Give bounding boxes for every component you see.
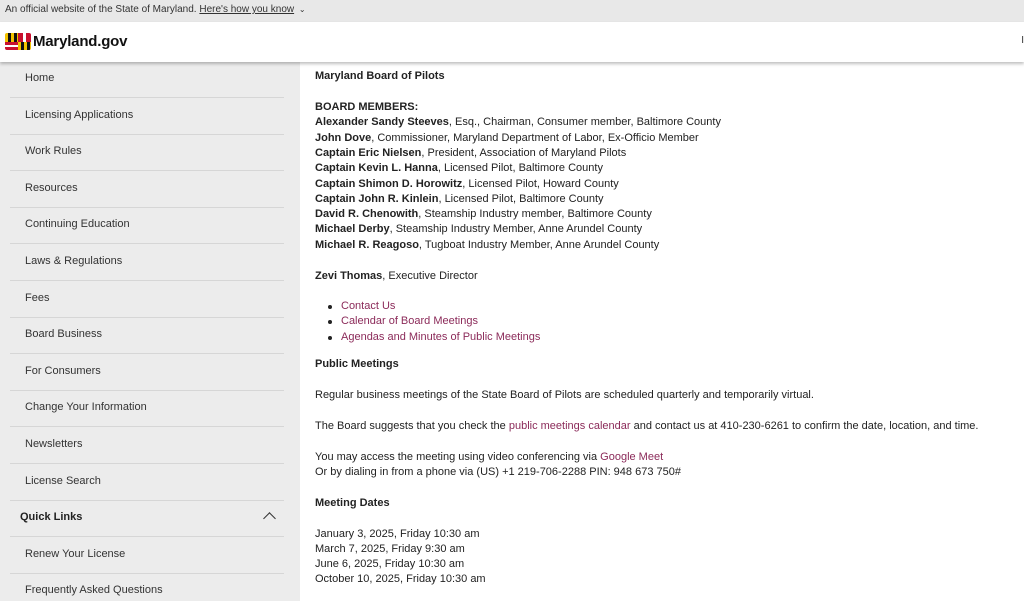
board-member: Captain Kevin L. Hanna, Licensed Pilot, … bbox=[315, 162, 603, 175]
page-title: Maryland Board of Pilots bbox=[315, 70, 445, 82]
quick-links-title: Quick Links bbox=[20, 511, 83, 524]
sidebar-item-work-rules[interactable]: Work Rules bbox=[10, 135, 284, 172]
logo-text: Maryland.gov bbox=[33, 33, 128, 50]
meeting-dates-heading: Meeting Dates bbox=[315, 496, 390, 509]
meeting-date: October 10, 2025, Friday 10:30 am bbox=[315, 573, 486, 586]
sidebar-item-newsletters[interactable]: Newsletters bbox=[10, 428, 284, 464]
agendas-and-minutes-link[interactable]: Agendas and Minutes of Public Meetings bbox=[341, 331, 540, 343]
list-item: Calendar of Board Meetings bbox=[315, 314, 540, 329]
calendar-of-board-meetings-link[interactable]: Calendar of Board Meetings bbox=[341, 315, 478, 327]
meeting-date: January 3, 2025, Friday 10:30 am bbox=[315, 527, 480, 540]
sidebar-item-faq[interactable]: Frequently Asked Questions bbox=[10, 574, 284, 601]
sidebar-item-license-search[interactable]: License Search bbox=[10, 465, 284, 501]
sidebar-item-laws-regulations[interactable]: Laws & Regulations bbox=[10, 245, 284, 281]
sidebar-item-fees[interactable]: Fees bbox=[10, 282, 284, 318]
official-website-banner: An official website of the State of Mary… bbox=[0, 0, 1024, 22]
quick-links-toggle[interactable]: Quick Links bbox=[10, 501, 284, 538]
meeting-date: March 7, 2025, Friday 9:30 am bbox=[315, 542, 465, 555]
maryland-gov-logo[interactable]: Maryland.gov bbox=[5, 33, 127, 50]
dial-in-text: Or by dialing in from a phone via (US) +… bbox=[315, 465, 681, 478]
regular-meetings-text: Regular business meetings of the State B… bbox=[315, 389, 814, 401]
executive-director: Zevi Thomas, Executive Director bbox=[315, 270, 478, 282]
sidebar-item-change-your-information[interactable]: Change Your Information bbox=[10, 391, 284, 428]
meeting-date: June 6, 2025, Friday 10:30 am bbox=[315, 558, 465, 571]
maryland-flag-icon bbox=[5, 33, 31, 50]
sidebar-nav: Home Licensing Applications Work Rules R… bbox=[0, 62, 300, 601]
board-links-list: Contact Us Calendar of Board Meetings Ag… bbox=[315, 299, 540, 345]
official-banner-text: An official website of the State of Mary… bbox=[5, 4, 197, 15]
board-member: Captain Eric Nielsen, President, Associa… bbox=[315, 146, 627, 159]
suggestion-text: The Board suggests that you check the pu… bbox=[315, 419, 979, 432]
sidebar-item-resources[interactable]: Resources bbox=[10, 172, 284, 208]
list-item: Agendas and Minutes of Public Meetings bbox=[315, 330, 540, 345]
board-member: Alexander Sandy Steeves, Esq., Chairman,… bbox=[315, 116, 721, 129]
board-member: Michael R. Reagoso, Tugboat Industry Mem… bbox=[315, 238, 660, 251]
sidebar-item-for-consumers[interactable]: For Consumers bbox=[10, 355, 284, 391]
sidebar-item-continuing-education[interactable]: Continuing Education bbox=[10, 208, 284, 245]
chevron-up-icon bbox=[263, 512, 276, 526]
board-member: John Dove, Commissioner, Maryland Depart… bbox=[315, 131, 699, 144]
contact-us-link[interactable]: Contact Us bbox=[341, 300, 395, 312]
sidebar-item-licensing-applications[interactable]: Licensing Applications bbox=[10, 99, 284, 135]
google-meet-link[interactable]: Google Meet bbox=[600, 451, 663, 463]
board-members-heading: BOARD MEMBERS: bbox=[315, 101, 419, 113]
board-member: Captain John R. Kinlein, Licensed Pilot,… bbox=[315, 192, 604, 205]
sidebar-item-home[interactable]: Home bbox=[10, 62, 284, 98]
sidebar-item-board-business[interactable]: Board Business bbox=[10, 318, 284, 355]
public-meetings-calendar-link[interactable]: public meetings calendar bbox=[509, 420, 631, 432]
board-member: David R. Chenowith, Steamship Industry m… bbox=[315, 208, 652, 221]
public-meetings-heading: Public Meetings bbox=[315, 358, 399, 370]
video-access-text: You may access the meeting using video c… bbox=[315, 450, 664, 463]
chevron-down-icon[interactable]: ⌄ bbox=[299, 5, 306, 14]
site-header: Maryland.gov I bbox=[0, 22, 1024, 62]
board-member: Michael Derby, Steamship Industry Member… bbox=[315, 223, 643, 236]
sidebar-item-renew-your-license[interactable]: Renew Your License bbox=[10, 538, 284, 574]
heres-how-you-know-link[interactable]: Here's how you know bbox=[199, 4, 294, 15]
list-item: Contact Us bbox=[315, 299, 540, 314]
board-member: Captain Shimon D. Horowitz, Licensed Pil… bbox=[315, 177, 619, 190]
